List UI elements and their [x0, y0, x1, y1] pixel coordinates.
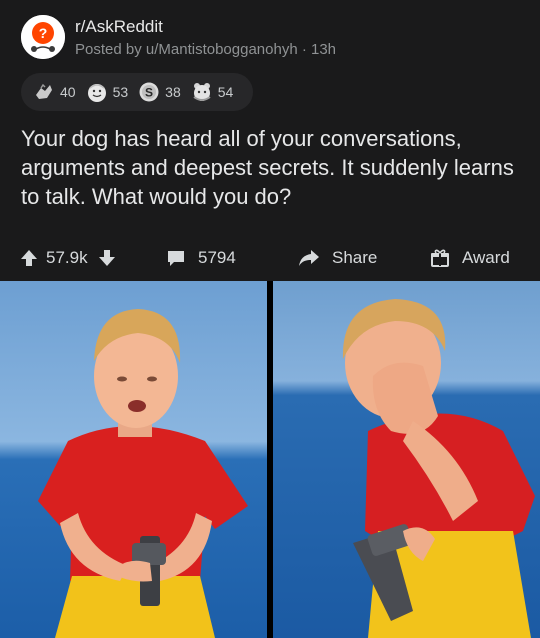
svg-text:?: ?: [39, 25, 48, 41]
subreddit-name[interactable]: r/AskReddit: [75, 17, 163, 37]
award-item: 40: [33, 81, 76, 103]
vote-control: 57.9k: [20, 240, 116, 276]
award-count: 54: [217, 84, 234, 100]
post-author-meta[interactable]: Posted by u/Mantistobogganohyh · 13h: [75, 41, 336, 58]
share-label: Share: [332, 248, 378, 267]
comment-bubble-icon: [166, 249, 186, 267]
silver-coin-award-icon: S: [139, 82, 159, 102]
vote-count: 57.9k: [46, 248, 88, 267]
wholesome-award-icon: [87, 84, 106, 102]
post-title[interactable]: Your dog has heard all of your conversat…: [21, 124, 521, 211]
share-button[interactable]: Share: [298, 240, 377, 276]
award-count: 38: [165, 84, 181, 100]
downvote-arrow-icon[interactable]: [98, 249, 116, 267]
helpful-award-icon: [36, 83, 52, 99]
share-arrow-icon: [298, 249, 320, 267]
award-item: 54: [191, 81, 234, 103]
post-action-bar: 57.9k 5794 Share Award: [0, 240, 540, 276]
crying-kid-photo-left: [0, 281, 267, 638]
upvote-arrow-icon[interactable]: [20, 249, 38, 267]
gift-icon: [430, 248, 450, 268]
hugz-award-icon: [193, 83, 211, 101]
award-item: 53: [86, 81, 129, 103]
post-image[interactable]: [0, 281, 540, 638]
award-count: 40: [60, 84, 76, 100]
crying-kid-photo-right: [273, 281, 540, 638]
awards-bar[interactable]: 40 53 S 38 54: [21, 73, 253, 111]
award-item: S 38: [138, 81, 181, 103]
award-label: Award: [462, 248, 510, 267]
comments-button[interactable]: 5794: [166, 240, 236, 276]
award-count: 53: [112, 84, 129, 100]
subreddit-avatar-icon[interactable]: ?: [21, 15, 65, 59]
award-button[interactable]: Award: [430, 240, 510, 276]
svg-text:S: S: [145, 86, 153, 100]
post-card: ? r/AskReddit Posted by u/Mantistoboggan…: [0, 0, 540, 281]
comment-count: 5794: [198, 248, 236, 267]
